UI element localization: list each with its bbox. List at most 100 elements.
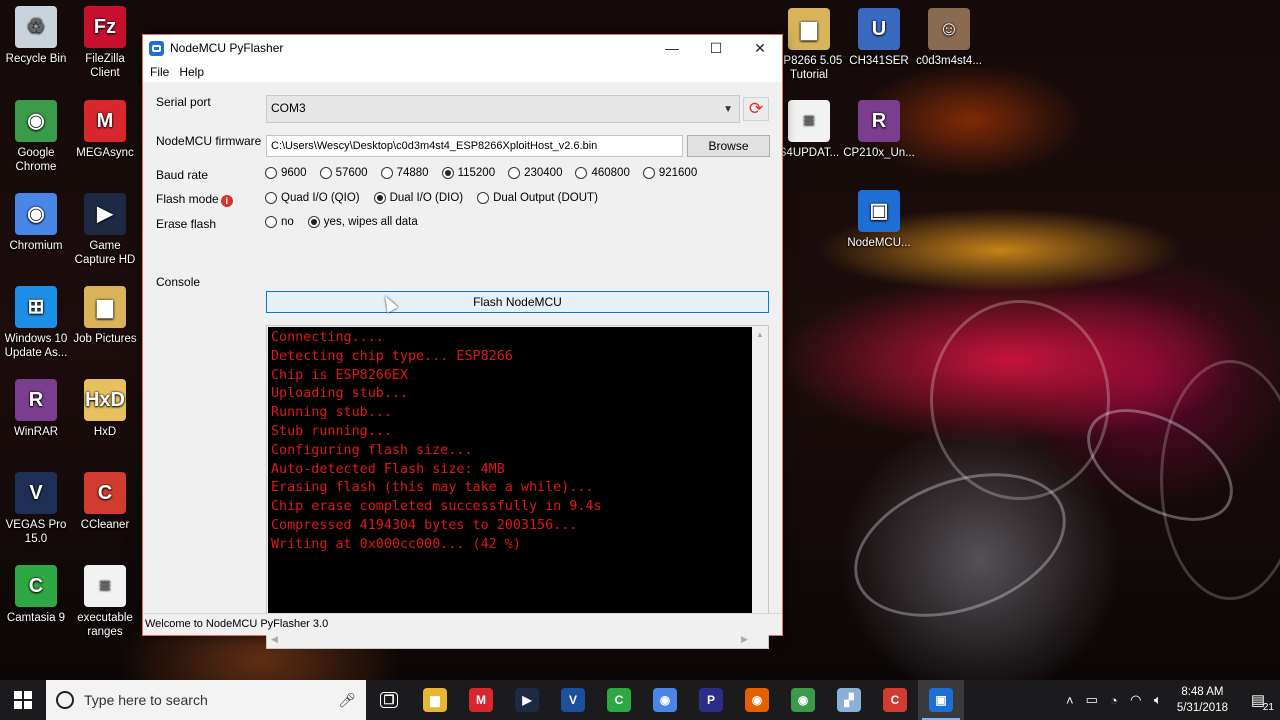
taskbar-paper-button[interactable]: ▞	[826, 680, 872, 720]
flash-mode-label: Flash mode i	[156, 192, 233, 207]
radio-button[interactable]	[265, 192, 277, 204]
desktop-icon-google-chrome[interactable]: ◉ Google Chrome	[0, 100, 72, 174]
microphone-icon[interactable]: 🎤︎	[338, 692, 356, 709]
scroll-up-icon[interactable]: ▲	[756, 330, 764, 339]
menu-help[interactable]: Help	[174, 65, 209, 79]
scroll-right-icon[interactable]: ▶	[741, 634, 748, 645]
erase-radio-yes-wipes-all-data[interactable]: yes, wipes all data	[307, 216, 418, 228]
desktop-icon-vegas-pro-15-0[interactable]: V VEGAS Pro 15.0	[0, 472, 72, 546]
desktop-icon-game-capture-hd[interactable]: ▶ Game Capture HD	[69, 193, 141, 267]
console-vertical-scrollbar[interactable]: ▲ ▼	[752, 326, 768, 632]
flash-mode-radio-dual-i-o-dio[interactable]: Dual I/O (DIO)	[373, 192, 463, 204]
radio-button[interactable]	[441, 167, 454, 179]
action-center-button[interactable]: ▤ 21	[1236, 691, 1280, 713]
desktop-icon-nodemcu[interactable]: ▣ NodeMCU...	[843, 190, 915, 250]
chevron-up-icon[interactable]: ˄	[1059, 693, 1081, 708]
desktop-icon-c0d3m4st4[interactable]: ☺ c0d3m4st4...	[913, 8, 985, 68]
baud-radio-74880[interactable]: 74880	[380, 167, 429, 179]
taskbar-mega-button[interactable]: M	[458, 680, 504, 720]
radio-button[interactable]	[642, 167, 655, 179]
title-bar[interactable]: NodeMCU PyFlasher — ☐ ✕	[143, 35, 782, 61]
firmware-path-input[interactable]: C:\Users\Wescy\Desktop\c0d3m4st4_ESP8266…	[266, 135, 683, 157]
taskbar-task-view-button[interactable]: ❐	[366, 680, 412, 720]
radio-button[interactable]	[477, 192, 490, 204]
baud-radio-57600[interactable]: 57600	[319, 167, 368, 179]
desktop-icon-camtasia-9[interactable]: C Camtasia 9	[0, 565, 72, 625]
desktop-icon-label: Recycle Bin	[5, 53, 67, 65]
taskbar-game-capture-button[interactable]: ▶	[504, 680, 550, 720]
start-button[interactable]	[0, 680, 46, 720]
system-tray: ˄ ▭ ◔ ◠ 🔈︎ 8:48 AM 5/31/2018 ▤ 21	[1059, 680, 1280, 720]
desktop-icon-winrar[interactable]: R WinRAR	[0, 379, 72, 439]
taskbar-apps: ❐ ▆ M ▶ V C ◉ P ◉ ◉ ▞ C ▣	[366, 680, 964, 720]
console-panel[interactable]: Connecting.... Detecting chip type... ESP…	[266, 325, 769, 649]
radio-button[interactable]	[373, 192, 386, 204]
flash-mode-text: Flash mode	[156, 192, 219, 206]
firefox-icon: ◉	[745, 688, 769, 712]
desktop-icon-label: NodeMCU...	[847, 237, 911, 249]
baud-radio-230400[interactable]: 230400	[508, 167, 562, 179]
baud-radio-460800[interactable]: 460800	[575, 167, 630, 179]
volume-icon[interactable]: 🔈︎	[1147, 692, 1169, 708]
serial-port-select[interactable]: COM3 ▼	[266, 95, 740, 123]
radio-button[interactable]	[380, 167, 393, 179]
refresh-ports-button[interactable]: ⟳	[743, 97, 769, 121]
desktop-icon-s4updat[interactable]: ≡ S4UPDAT...	[773, 100, 845, 160]
flash-mode-radio-dual-output-dout[interactable]: Dual Output (DOUT)	[477, 192, 598, 204]
desktop-icon-label: FileZilla Client	[85, 53, 125, 79]
taskbar-camtasia-button[interactable]: C	[596, 680, 642, 720]
desktop-icon-recycle-bin[interactable]: ♻ Recycle Bin	[0, 6, 72, 66]
winrar-icon: R	[858, 100, 900, 142]
radio-button[interactable]	[307, 216, 320, 228]
desktop-icon-ch341ser[interactable]: U CH341SER	[843, 8, 915, 68]
radio-button[interactable]	[508, 167, 521, 179]
minimize-button[interactable]: —	[650, 35, 694, 61]
desktop-icon-sp8266-5-05-tutorial[interactable]: ▆ SP8266 5.05 Tutorial	[773, 8, 845, 82]
close-button[interactable]: ✕	[738, 35, 782, 61]
desktop-icon-megasync[interactable]: M MEGAsync	[69, 100, 141, 160]
playstation-icon: P	[699, 688, 723, 712]
serial-port-label: Serial port	[156, 95, 211, 109]
refresh-icon: ⟳	[748, 99, 764, 118]
maximize-button[interactable]: ☐	[694, 35, 738, 61]
baud-radio-9600[interactable]: 9600	[265, 167, 307, 179]
windows-icon: ⊞	[15, 286, 57, 328]
console-line: Compressed 4194304 bytes to 2003156...	[271, 517, 578, 533]
radio-button[interactable]	[265, 216, 277, 228]
info-icon[interactable]: i	[220, 195, 233, 207]
radio-button[interactable]	[575, 167, 588, 179]
baud-radio-921600[interactable]: 921600	[642, 167, 697, 179]
desktop-icon-hxd[interactable]: HxD HxD	[69, 379, 141, 439]
taskbar-ccleaner-button[interactable]: C	[872, 680, 918, 720]
taskbar-firefox-button[interactable]: ◉	[734, 680, 780, 720]
network-icon[interactable]: ◔	[1103, 693, 1125, 708]
menu-file[interactable]: File	[145, 65, 174, 79]
wifi-icon[interactable]: ◠	[1125, 692, 1147, 708]
desktop-icon-label: Game Capture HD	[74, 240, 136, 266]
taskbar-vegas-button[interactable]: V	[550, 680, 596, 720]
file-explorer-icon: ▆	[423, 688, 447, 712]
radio-button[interactable]	[319, 167, 332, 179]
desktop-icon-ccleaner[interactable]: C CCleaner	[69, 472, 141, 532]
desktop-icon-chromium[interactable]: ◉ Chromium	[0, 193, 72, 253]
desktop-icon-cp210x-un[interactable]: R CP210x_Un...	[843, 100, 915, 160]
radio-button[interactable]	[265, 167, 277, 179]
baud-radio-115200[interactable]: 115200	[441, 167, 495, 179]
flash-nodemcu-button[interactable]: Flash NodeMCU	[266, 291, 769, 313]
taskbar-chrome-button[interactable]: ◉	[780, 680, 826, 720]
erase-radio-no[interactable]: no	[265, 216, 294, 228]
taskbar-nodemcu-button[interactable]: ▣	[918, 680, 964, 720]
desktop-icon-job-pictures[interactable]: ▆ Job Pictures	[69, 286, 141, 346]
taskbar-chromium-button[interactable]: ◉	[642, 680, 688, 720]
desktop-icon-windows-10-update-as[interactable]: ⊞ Windows 10 Update As...	[0, 286, 72, 360]
desktop-icon-executable-ranges[interactable]: ≡ executable ranges	[69, 565, 141, 639]
taskbar-search-box[interactable]: Type here to search 🎤︎	[46, 680, 366, 720]
scroll-left-icon[interactable]: ◀	[271, 634, 278, 645]
flash-mode-radio-quad-i-o-qio[interactable]: Quad I/O (QIO)	[265, 192, 360, 204]
battery-icon[interactable]: ▭	[1081, 692, 1103, 708]
clock[interactable]: 8:48 AM 5/31/2018	[1169, 684, 1236, 716]
desktop-icon-filezilla-client[interactable]: Fz FileZilla Client	[69, 6, 141, 80]
taskbar-playstation-button[interactable]: P	[688, 680, 734, 720]
browse-button[interactable]: Browse	[687, 135, 770, 157]
taskbar-file-explorer-button[interactable]: ▆	[412, 680, 458, 720]
